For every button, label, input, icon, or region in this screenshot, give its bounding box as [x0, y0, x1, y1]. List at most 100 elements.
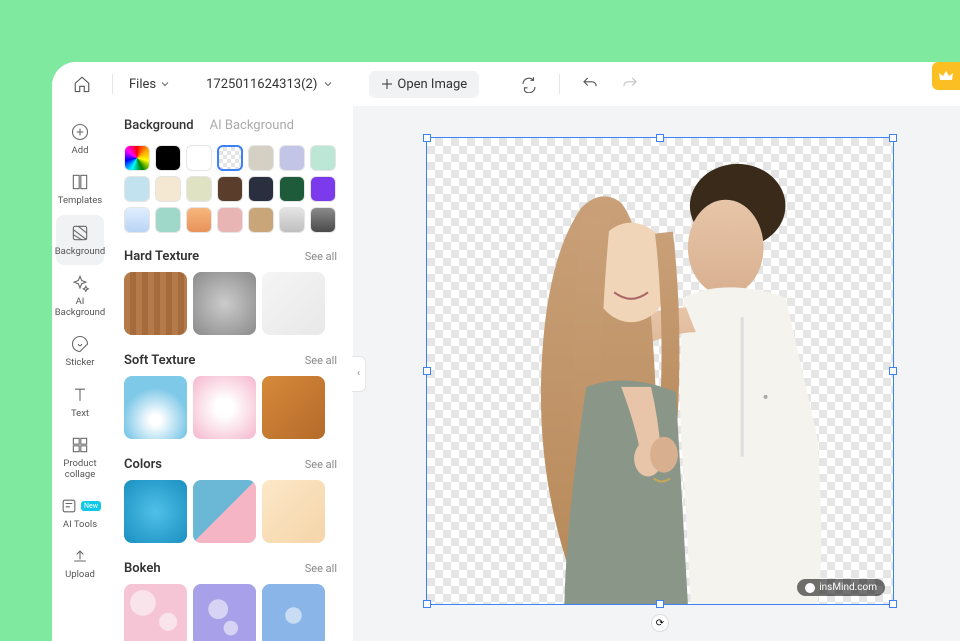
thumb-marble[interactable]	[262, 272, 325, 335]
collapse-panel-handle[interactable]: ‹	[352, 356, 366, 392]
new-badge: New	[81, 501, 101, 511]
sidebar-item-label: Templates	[58, 196, 102, 206]
main-area: Add Templates Background AI Background S…	[52, 106, 960, 641]
crown-icon	[938, 68, 954, 84]
color-swatches	[124, 145, 337, 233]
artboard[interactable]: insMind.com ⟳	[426, 137, 894, 605]
thumb-blue-grad[interactable]	[124, 480, 187, 543]
resize-handle-s[interactable]	[656, 600, 664, 608]
see-all-soft-texture[interactable]: See all	[305, 354, 337, 367]
swatch-color[interactable]	[279, 145, 305, 171]
swatch-color[interactable]	[248, 176, 274, 202]
thumb-leather[interactable]	[262, 376, 325, 439]
watermark-text: insMind.com	[819, 582, 877, 593]
resize-handle-sw[interactable]	[423, 600, 431, 608]
swatch-color[interactable]	[279, 176, 305, 202]
grid-icon	[70, 435, 90, 455]
swatch-color[interactable]	[186, 176, 212, 202]
resize-handle-se[interactable]	[889, 600, 897, 608]
swatch-color[interactable]	[248, 145, 274, 171]
swatch-gradient[interactable]	[124, 207, 150, 233]
files-label: Files	[129, 77, 156, 92]
filename-dropdown[interactable]: 1725011624313(2)	[206, 77, 333, 92]
plus-icon	[381, 78, 393, 90]
filename-text: 1725011624313(2)	[206, 77, 317, 92]
see-all-bokeh[interactable]: See all	[305, 562, 337, 575]
sidebar-item-label: Sticker	[65, 358, 94, 368]
thumb-wood[interactable]	[124, 272, 187, 335]
see-all-colors[interactable]: See all	[305, 458, 337, 471]
swatch-black[interactable]	[155, 145, 181, 171]
sidebar-item-background[interactable]: Background	[56, 215, 104, 265]
swatch-color[interactable]	[248, 207, 274, 233]
resize-handle-e[interactable]	[889, 367, 897, 375]
subject-image[interactable]	[427, 138, 893, 604]
swatch-rainbow[interactable]	[124, 145, 150, 171]
resize-handle-n[interactable]	[656, 134, 664, 142]
open-image-label: Open Image	[397, 77, 467, 92]
chevron-down-icon	[323, 79, 333, 89]
sticker-icon	[70, 334, 90, 354]
open-image-button[interactable]: Open Image	[369, 71, 479, 98]
sidebar-item-ai-background[interactable]: AI Background	[52, 265, 108, 326]
swatch-color[interactable]	[155, 176, 181, 202]
section-title-soft-texture: Soft Texture	[124, 353, 195, 368]
home-button[interactable]	[68, 70, 96, 98]
sidebar-item-ai-tools[interactable]: New AI Tools	[52, 488, 108, 538]
resize-handle-w[interactable]	[423, 367, 431, 375]
swatch-color[interactable]	[310, 176, 336, 202]
sidebar-item-label: Product collage	[52, 459, 108, 480]
thumb-pink-silk[interactable]	[193, 376, 256, 439]
thumb-concrete[interactable]	[193, 272, 256, 335]
sidebar-item-label: AI Background	[52, 297, 108, 318]
templates-icon	[70, 172, 90, 192]
swatch-color[interactable]	[124, 176, 150, 202]
chevron-down-icon	[160, 79, 170, 89]
thumb-purple-bokeh[interactable]	[193, 584, 256, 641]
sidebar-item-label: AI Tools	[63, 520, 97, 530]
swatch-transparent[interactable]	[217, 145, 243, 171]
sidebar-item-product-collage[interactable]: Product collage	[52, 427, 108, 488]
sidebar-item-add[interactable]: Add	[52, 114, 108, 164]
swatch-color[interactable]	[186, 207, 212, 233]
thumb-pink-bokeh[interactable]	[124, 584, 187, 641]
thumb-pink-blue-diag[interactable]	[193, 480, 256, 543]
sidebar-item-label: Text	[71, 409, 89, 419]
sync-button[interactable]	[515, 70, 543, 98]
undo-button[interactable]	[576, 70, 604, 98]
swatch-white[interactable]	[186, 145, 212, 171]
text-icon	[70, 385, 90, 405]
app-window: Files 1725011624313(2) Open Image	[52, 62, 960, 641]
ai-tools-icon	[59, 496, 79, 516]
swatch-color[interactable]	[155, 207, 181, 233]
swatch-color[interactable]	[279, 207, 305, 233]
resize-handle-nw[interactable]	[423, 134, 431, 142]
sidebar-item-label: Add	[72, 146, 89, 156]
thumb-peach[interactable]	[262, 480, 325, 543]
thumb-blue-bokeh[interactable]	[262, 584, 325, 641]
swatch-color[interactable]	[217, 207, 243, 233]
panel-tabs: Background AI Background	[124, 118, 337, 133]
sidebar: Add Templates Background AI Background S…	[52, 106, 108, 641]
swatch-color[interactable]	[310, 207, 336, 233]
premium-badge[interactable]	[932, 62, 960, 90]
thumb-water[interactable]	[124, 376, 187, 439]
section-title-bokeh: Bokeh	[124, 561, 161, 576]
watermark: insMind.com	[797, 579, 885, 596]
sidebar-item-text[interactable]: Text	[52, 377, 108, 427]
rotate-handle[interactable]: ⟳	[651, 614, 669, 632]
see-all-hard-texture[interactable]: See all	[305, 250, 337, 263]
tab-background[interactable]: Background	[124, 118, 194, 133]
swatch-color[interactable]	[310, 145, 336, 171]
sidebar-item-upload[interactable]: Upload	[52, 538, 108, 588]
sidebar-item-templates[interactable]: Templates	[52, 164, 108, 214]
files-menu[interactable]: Files	[129, 77, 170, 92]
redo-button[interactable]	[616, 70, 644, 98]
sparkle-icon	[70, 273, 90, 293]
sidebar-item-sticker[interactable]: Sticker	[52, 326, 108, 376]
sidebar-item-label: Background	[55, 247, 106, 257]
swatch-color[interactable]	[217, 176, 243, 202]
tab-ai-background[interactable]: AI Background	[210, 118, 294, 133]
resize-handle-ne[interactable]	[889, 134, 897, 142]
canvas-area[interactable]: ‹	[353, 106, 960, 641]
